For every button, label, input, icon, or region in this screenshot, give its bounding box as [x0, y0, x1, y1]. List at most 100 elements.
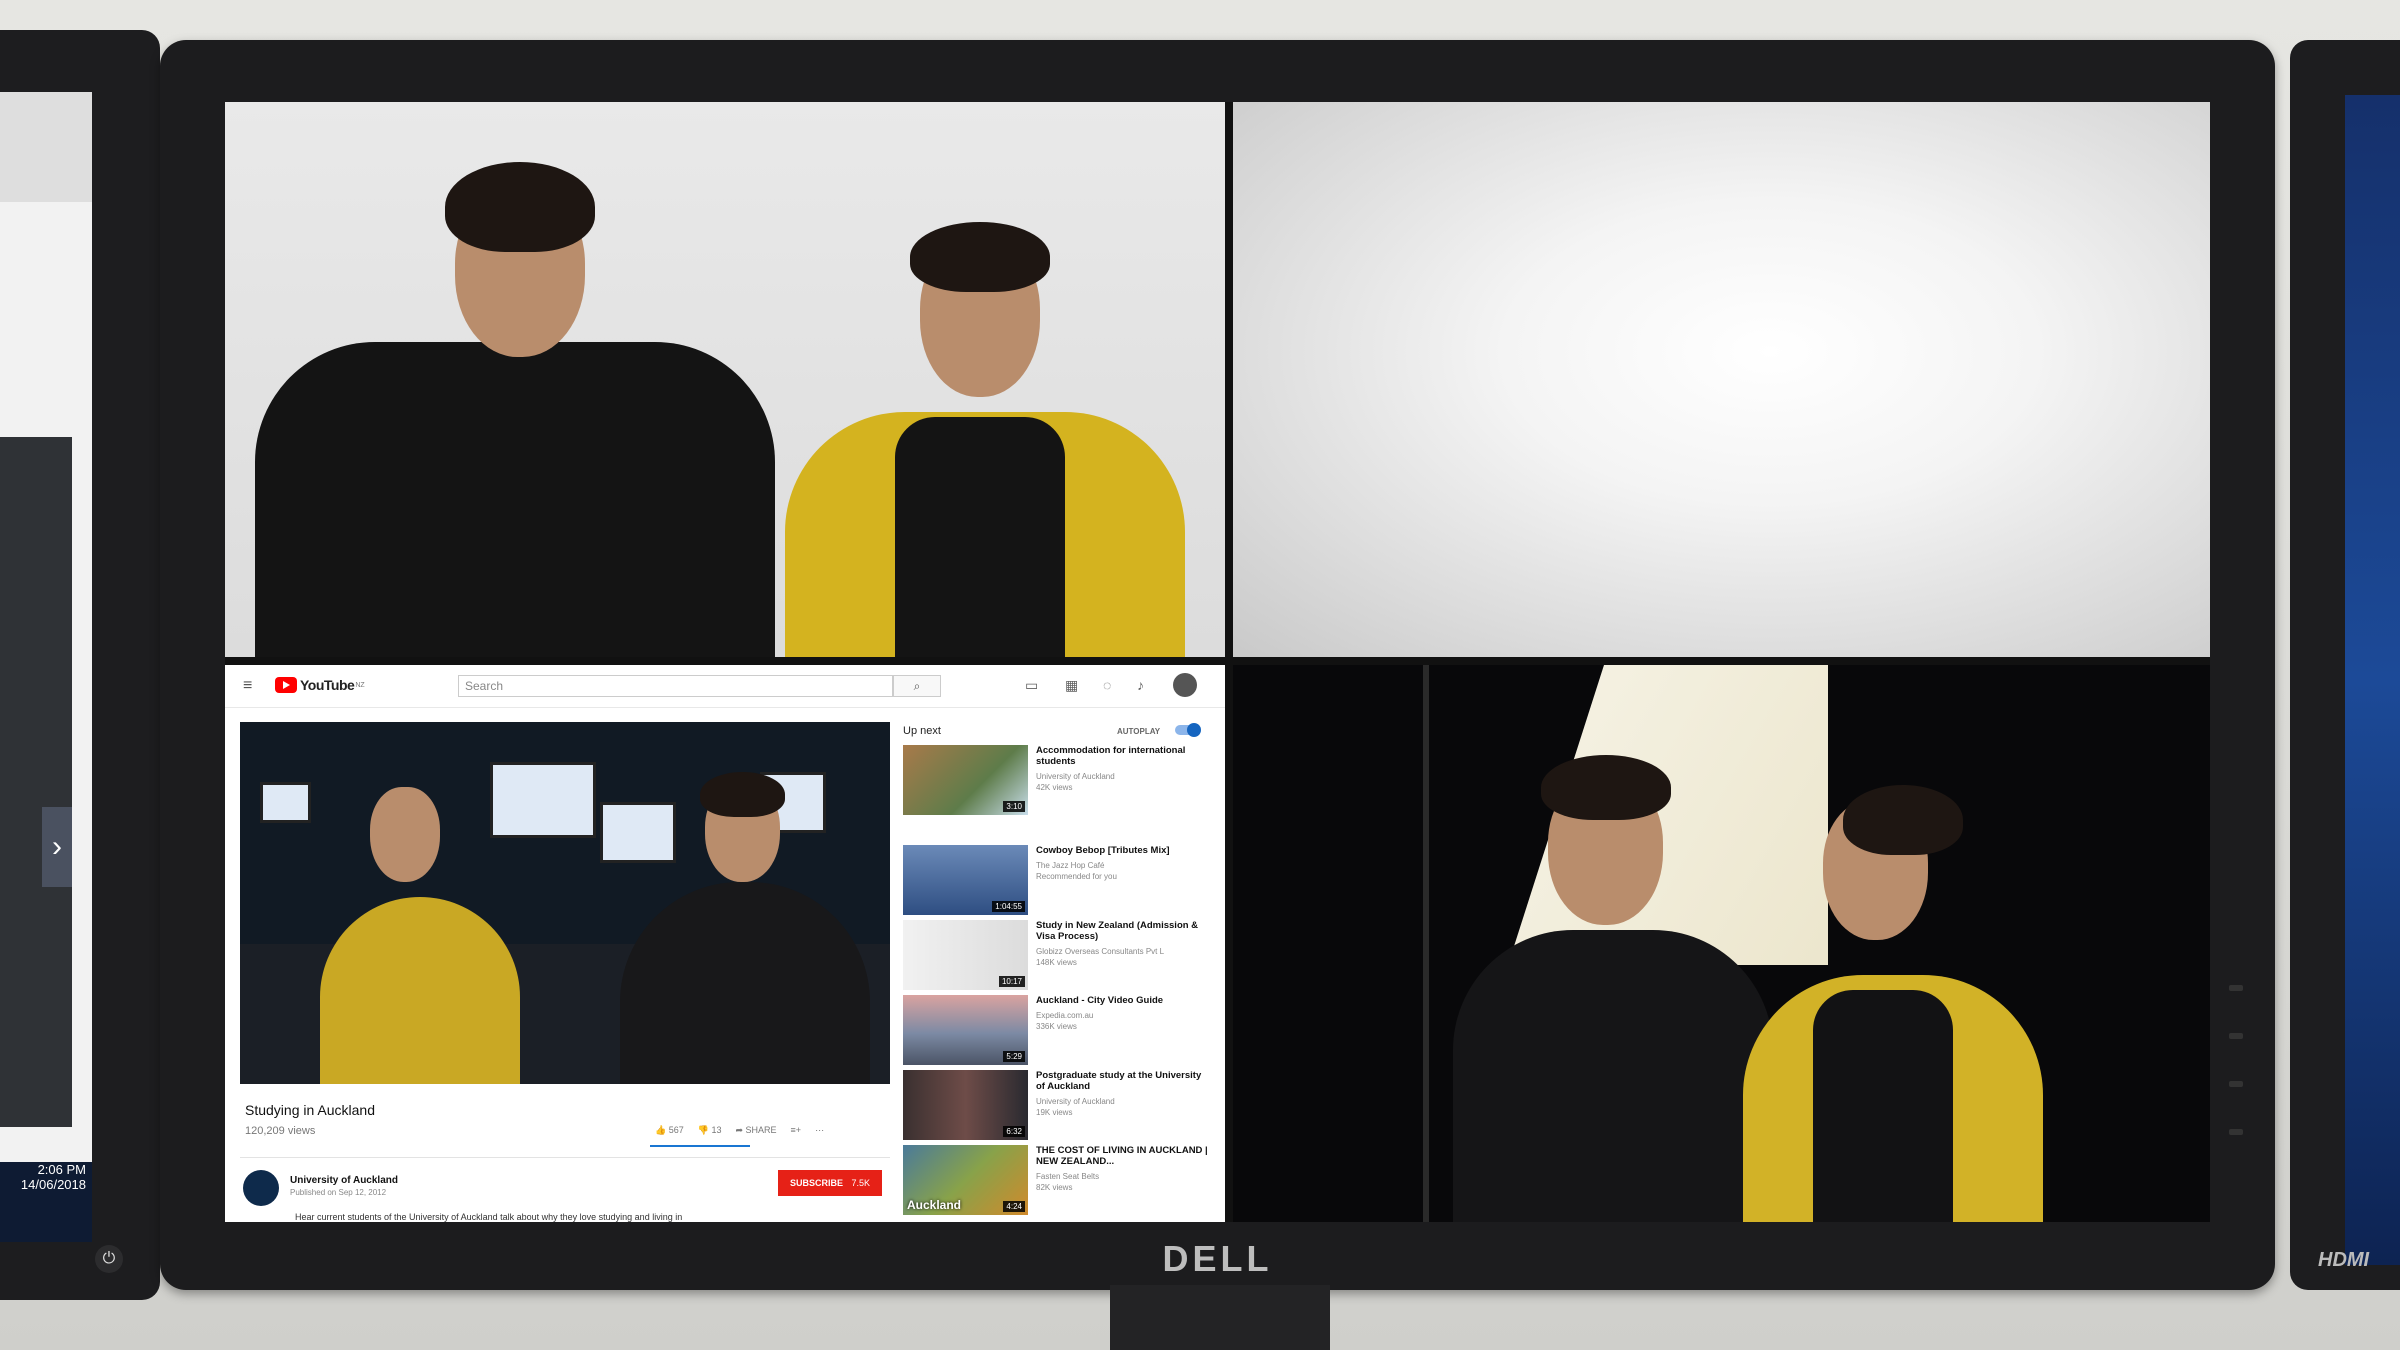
recommendation-views: Recommended for you	[1036, 872, 1117, 881]
duration-badge: 1:04:55	[992, 901, 1025, 912]
power-icon[interactable]: ⏻	[95, 1245, 123, 1273]
youtube-play-icon	[275, 677, 297, 693]
left-dark-panel	[0, 437, 72, 1127]
video-title: Studying in Auckland	[245, 1102, 375, 1118]
video-views: 120,209 views	[245, 1125, 316, 1137]
recommendation-thumbnail: 6:32	[903, 1070, 1028, 1140]
up-next-heading: Up next	[903, 725, 941, 737]
dislike-button[interactable]: 👎 13	[698, 1125, 722, 1136]
published-date: Published on Sep 12, 2012	[290, 1188, 387, 1197]
right-monitor-screen	[2345, 95, 2400, 1265]
taskbar-clock: 2:06 PM 14/06/2018	[0, 1162, 92, 1242]
search-input[interactable]: Search	[458, 675, 893, 697]
recommendation-title: Accommodation for international students	[1036, 745, 1186, 767]
recommendation-item[interactable]: 6:32 Postgraduate study at the Universit…	[903, 1070, 1213, 1142]
messages-icon[interactable]: ◌	[1103, 677, 1111, 693]
channel-avatar[interactable]	[243, 1170, 279, 1206]
recommendation-thumbnail: Auckland 4:24	[903, 1145, 1028, 1215]
duration-badge: 5:29	[1003, 1051, 1025, 1062]
video-feed-blank	[1233, 102, 2210, 657]
recommendation-channel: Expedia.com.au	[1036, 1011, 1094, 1020]
light-stand	[1423, 665, 1429, 1222]
recommendation-views: 42K views	[1036, 783, 1073, 792]
youtube-wordmark: YouTube	[300, 677, 355, 693]
recommendation-item[interactable]: 1:04:55 Cowboy Bebop [Tributes Mix] The …	[903, 845, 1213, 917]
duration-badge: 3:10	[1003, 801, 1025, 812]
recommendation-thumbnail: 3:10	[903, 745, 1028, 815]
add-to-playlist-icon[interactable]: ≡+	[791, 1125, 802, 1136]
recommendation-title: Cowboy Bebop [Tributes Mix]	[1036, 845, 1170, 856]
share-label: SHARE	[745, 1125, 777, 1135]
recommendation-views: 19K views	[1036, 1108, 1073, 1117]
recommendation-channel: Globizz Overseas Consultants Pvt L	[1036, 947, 1165, 956]
subscriber-count: 7.5K	[851, 1178, 871, 1188]
upload-video-icon[interactable]: ▭	[1025, 677, 1038, 694]
duration-badge: 4:24	[1003, 1201, 1025, 1212]
video-player[interactable]	[240, 722, 890, 1084]
more-options-icon[interactable]: ⋯	[815, 1125, 824, 1136]
duration-badge: 6:32	[1003, 1126, 1025, 1137]
share-button[interactable]: ➦ SHARE	[735, 1125, 776, 1136]
recommendation-channel: Fasten Seat Belts	[1036, 1172, 1100, 1181]
studio-male	[1453, 750, 1773, 1222]
subscribe-label: SUBSCRIBE	[789, 1178, 843, 1188]
main-screen: ≡ YouTube NZ Search ⌕ ▭ ▦ ◌ ♪ Studying i…	[225, 102, 2210, 1222]
recommendation-item[interactable]: Auckland 4:24 THE COST OF LIVING IN AUCK…	[903, 1145, 1213, 1217]
recommendation-channel: The Jazz Hop Café	[1036, 861, 1105, 870]
presenter-female	[785, 192, 1185, 657]
youtube-header: ≡ YouTube NZ Search ⌕ ▭ ▦ ◌ ♪	[225, 665, 1225, 708]
dell-logo: DELL	[1162, 1238, 1273, 1279]
hdmi-logo: HDMI	[2318, 1249, 2370, 1271]
notifications-bell-icon[interactable]: ♪	[1137, 677, 1144, 693]
recommendation-views: 148K views	[1036, 958, 1077, 967]
video-actions: 👍 567 👎 13 ➦ SHARE ≡+ ⋯	[655, 1125, 824, 1136]
apps-grid-icon[interactable]: ▦	[1065, 677, 1078, 694]
browser-toolbar	[0, 92, 92, 202]
recommendation-thumbnail: 10:17	[903, 920, 1028, 990]
duration-badge: 10:17	[998, 976, 1025, 987]
recommendation-title: Auckland - City Video Guide	[1036, 995, 1164, 1006]
account-avatar[interactable]	[1173, 673, 1197, 697]
hamburger-menu-icon[interactable]: ≡	[243, 677, 252, 695]
presenter-male	[255, 142, 775, 657]
player-female	[300, 777, 520, 1084]
right-monitor: HDMI	[2290, 40, 2400, 1290]
like-ratio-bar	[650, 1145, 750, 1147]
recommendation-title: Study in New Zealand (Admission & Visa P…	[1036, 920, 1199, 942]
recommendation-item[interactable]: 10:17 Study in New Zealand (Admission & …	[903, 920, 1213, 992]
search-button[interactable]: ⌕	[893, 675, 941, 697]
dislike-count: 13	[711, 1125, 722, 1135]
channel-name[interactable]: University of Auckland	[290, 1175, 398, 1186]
like-count: 567	[668, 1125, 684, 1135]
recommendation-title: Postgraduate study at the University of …	[1036, 1070, 1202, 1092]
youtube-logo[interactable]: YouTube NZ	[275, 675, 365, 695]
recommendation-thumbnail: 5:29	[903, 995, 1028, 1065]
chevron-right-icon[interactable]: ›	[42, 807, 72, 887]
autoplay-toggle[interactable]	[1175, 723, 1201, 737]
video-feed-studio	[1233, 665, 2210, 1222]
video-feed-presenters	[225, 102, 1225, 657]
recommendation-views: 336K views	[1036, 1022, 1077, 1031]
recommendation-views: 82K views	[1036, 1183, 1073, 1192]
thumbnail-caption: Auckland	[907, 1198, 962, 1212]
youtube-page: ≡ YouTube NZ Search ⌕ ▭ ▦ ◌ ♪ Studying i…	[225, 665, 1225, 1222]
subscribe-button[interactable]: SUBSCRIBE 7.5K	[778, 1170, 882, 1196]
left-monitor: › 2:06 PM 14/06/2018 ⏻	[0, 30, 160, 1300]
monitor-buttons	[2229, 985, 2247, 1177]
monitor-stand	[1110, 1285, 1330, 1350]
recommendation-title: THE COST OF LIVING IN AUCKLAND | NEW ZEA…	[1036, 1145, 1208, 1167]
recommendation-item[interactable]: 5:29 Auckland - City Video Guide Expedia…	[903, 995, 1213, 1067]
recommendation-item[interactable]: 3:10 Accommodation for international stu…	[903, 745, 1213, 817]
taskbar-time: 2:06 PM	[37, 1162, 86, 1177]
recommendation-channel: University of Auckland	[1036, 772, 1115, 781]
taskbar-date: 14/06/2018	[20, 1177, 86, 1192]
player-male	[620, 772, 870, 1084]
divider	[240, 1157, 890, 1158]
like-button[interactable]: 👍 567	[655, 1125, 684, 1136]
recommendation-channel: University of Auckland	[1036, 1097, 1115, 1106]
video-description: Hear current students of the University …	[295, 1212, 683, 1222]
recommendation-thumbnail: 1:04:55	[903, 845, 1028, 915]
left-monitor-screen: › 2:06 PM 14/06/2018	[0, 92, 92, 1242]
country-code: NZ	[355, 681, 365, 689]
studio-female	[1743, 775, 2043, 1222]
